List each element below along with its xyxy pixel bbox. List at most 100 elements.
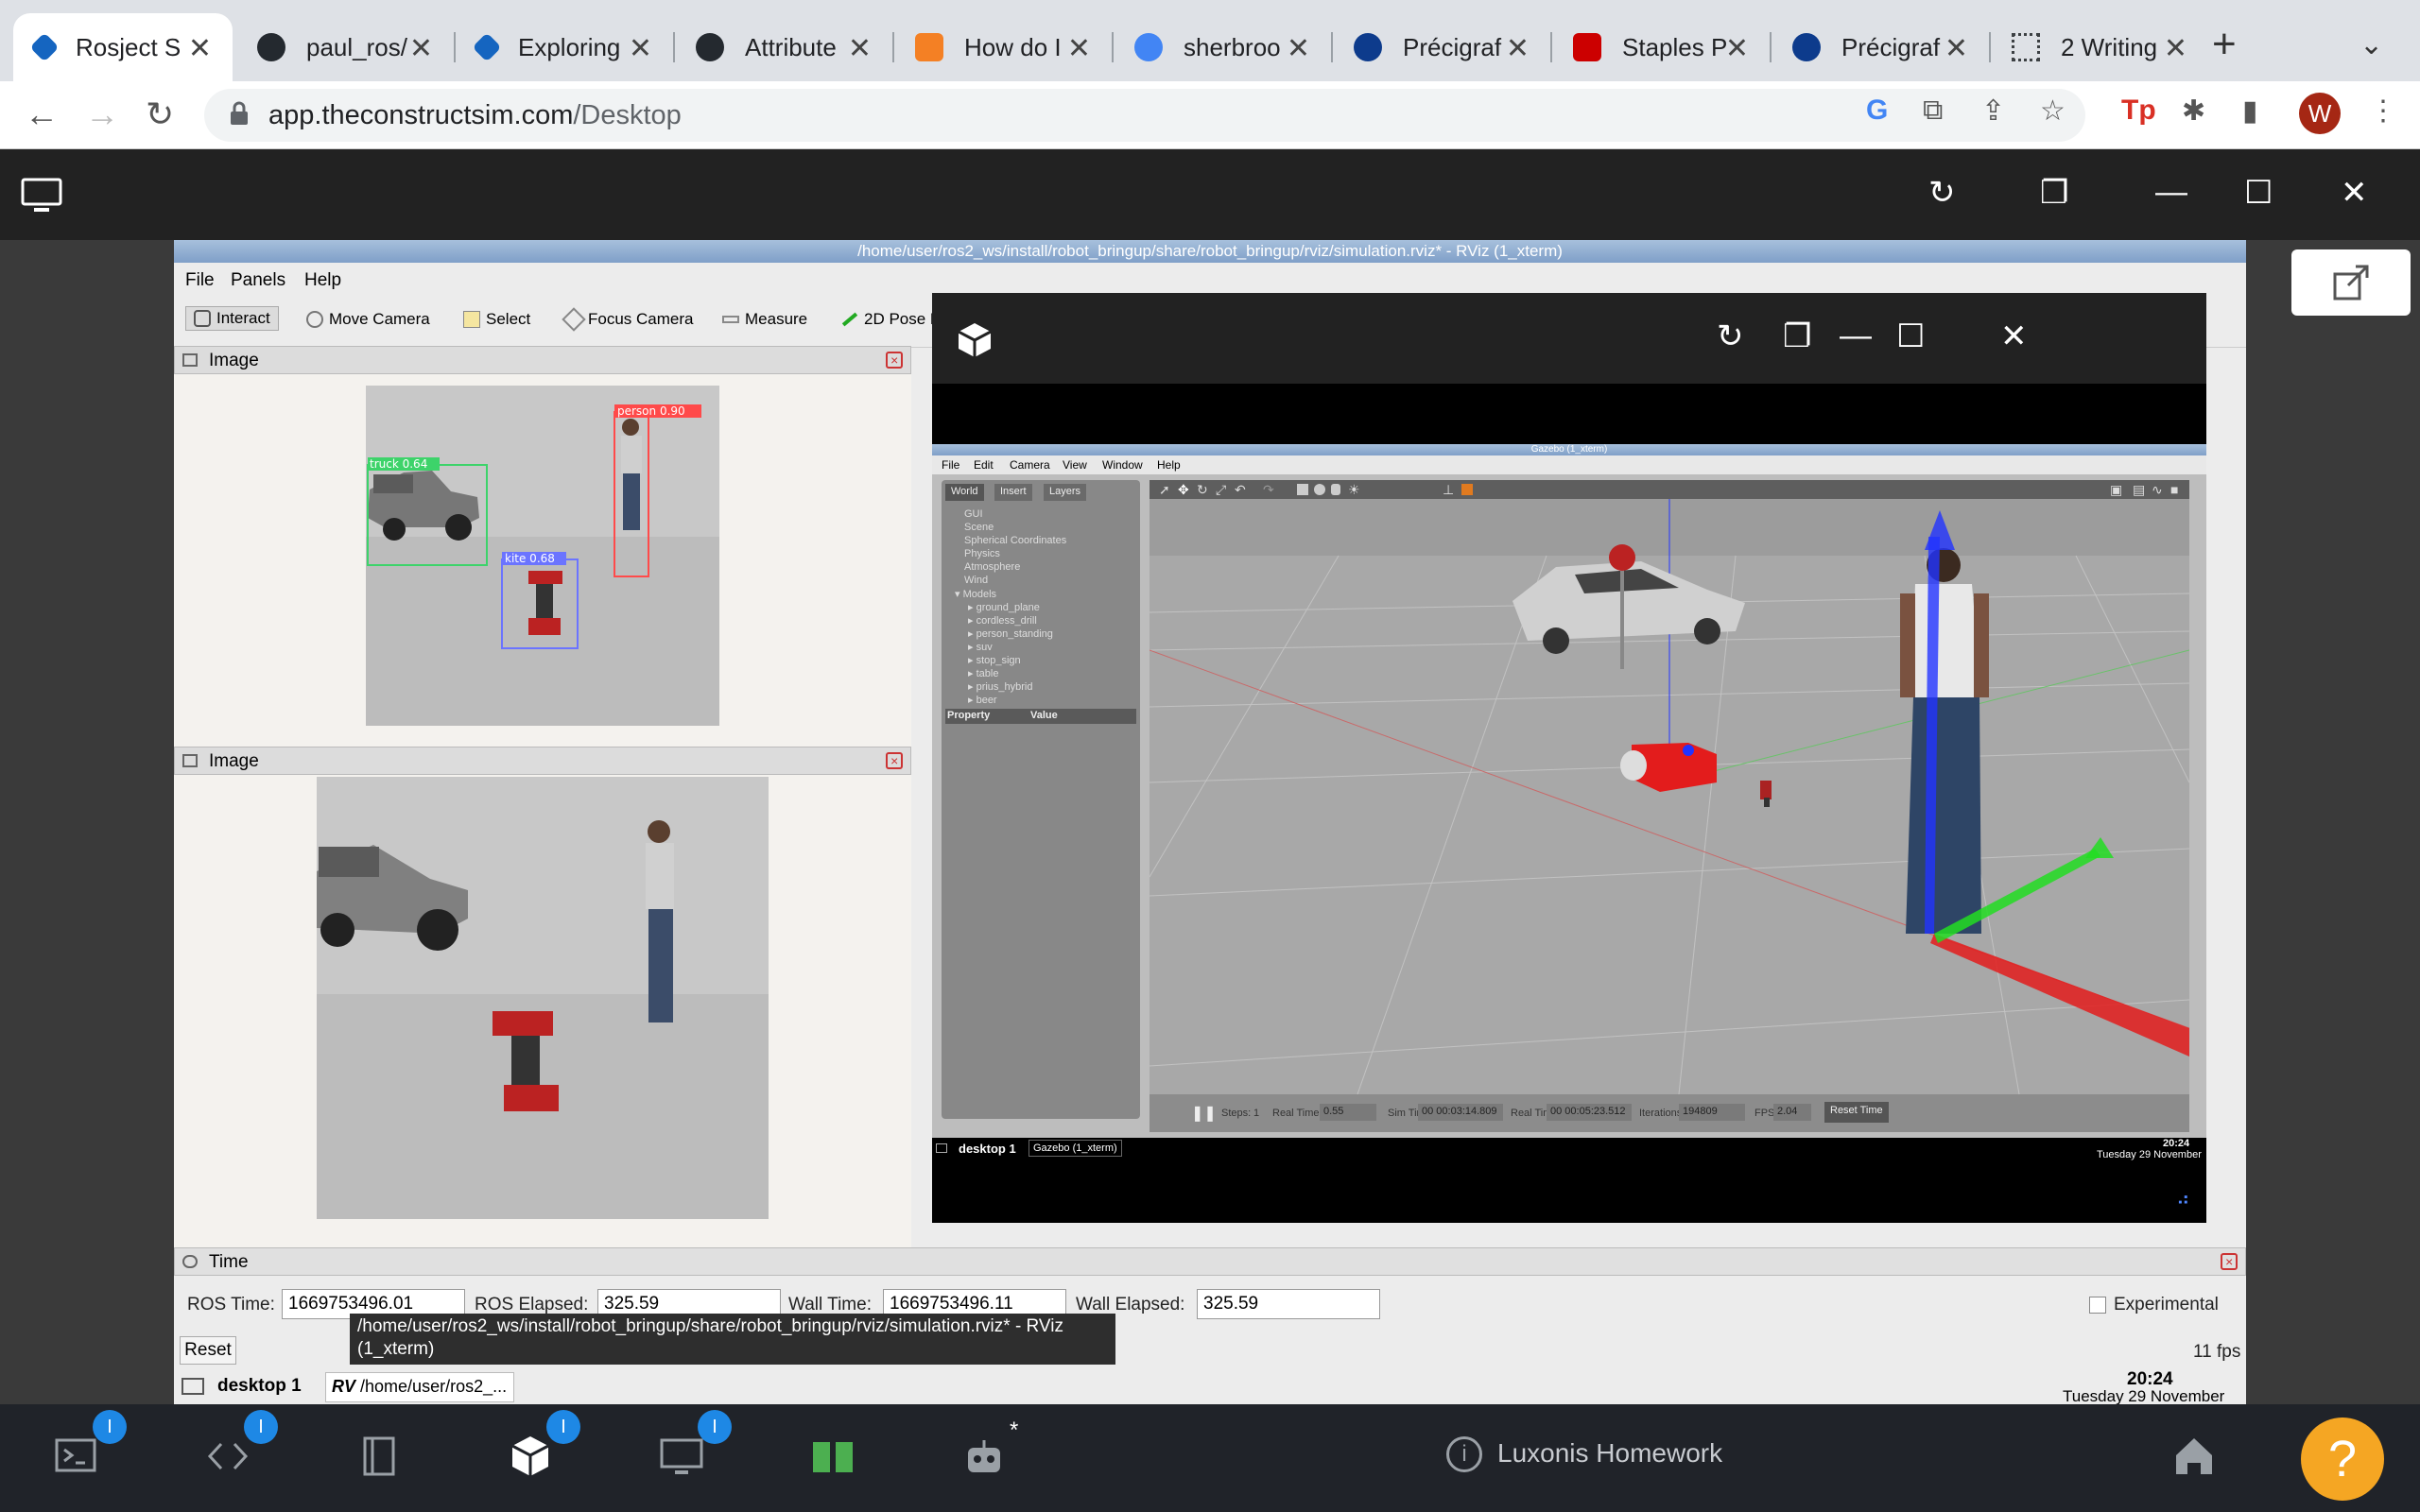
refresh-icon[interactable]: ↻ xyxy=(1717,318,1744,355)
gz-box-icon[interactable] xyxy=(1297,484,1308,495)
browser-menu-icon[interactable]: ⋮ xyxy=(2369,94,2397,128)
extension-tp-icon[interactable]: Tp xyxy=(2121,94,2156,127)
code-editor-icon[interactable] xyxy=(204,1433,251,1480)
close-tab-icon[interactable]: ✕ xyxy=(188,32,212,65)
gz-tab-insert[interactable]: Insert xyxy=(994,484,1032,501)
bookmark-star-icon[interactable]: ☆ xyxy=(2040,94,2066,128)
gz-align-icon[interactable]: ⊥ xyxy=(1443,482,1454,498)
new-tab-button[interactable]: + xyxy=(2212,21,2237,68)
gz-menu-edit[interactable]: Edit xyxy=(974,458,994,472)
tool-measure[interactable]: Measure xyxy=(722,310,807,329)
gz-tab-world[interactable]: World xyxy=(945,484,984,501)
gz-tree-item[interactable]: Wind xyxy=(964,575,988,586)
home-icon[interactable] xyxy=(2170,1433,2218,1480)
browser-tab[interactable]: 2 Writing a ✕ xyxy=(1991,13,2208,81)
reset-button[interactable]: Reset xyxy=(180,1336,236,1365)
steps-value[interactable]: 1 xyxy=(1253,1108,1259,1119)
gz-select-arrow-icon[interactable]: ➚ xyxy=(1159,482,1170,498)
browser-tab[interactable]: Rosject S ✕ xyxy=(13,13,233,81)
experimental-checkbox[interactable] xyxy=(2089,1297,2106,1314)
terminal-icon[interactable] xyxy=(53,1433,100,1480)
gz-rotate-icon[interactable]: ↻ xyxy=(1197,482,1208,498)
gz-tree-item[interactable]: ▸ ground_plane xyxy=(968,601,1040,613)
gz-screenshot-icon[interactable]: ▣ xyxy=(2110,482,2122,498)
google-lens-icon[interactable]: G xyxy=(1866,94,1888,127)
gz-tree-item[interactable]: GUI xyxy=(964,508,983,520)
tool-move-camera[interactable]: Move Camera xyxy=(306,310,430,329)
close-panel-icon[interactable]: × xyxy=(886,752,903,769)
gz-video-icon[interactable]: ■ xyxy=(2170,482,2178,497)
gz-tree-item[interactable]: ▸ cordless_drill xyxy=(968,614,1037,627)
maximize-icon[interactable]: ☐ xyxy=(1896,318,1925,355)
close-icon[interactable]: ✕ xyxy=(2341,174,2368,212)
gz-menu-window[interactable]: Window xyxy=(1102,458,1143,472)
profile-avatar[interactable]: W xyxy=(2299,93,2341,134)
restore-window-icon[interactable]: ❐ xyxy=(2040,174,2068,212)
close-tab-icon[interactable]: ✕ xyxy=(1067,32,1091,65)
gz-menu-view[interactable]: View xyxy=(1063,458,1087,472)
desktop-label[interactable]: desktop 1 xyxy=(959,1142,1016,1156)
gz-tree-item[interactable]: Physics xyxy=(964,548,1000,559)
wall-elapsed-field[interactable]: 325.59 xyxy=(1197,1289,1380,1319)
taskbar-window-item[interactable]: Gazebo (1_xterm) xyxy=(1028,1140,1122,1157)
close-panel-icon[interactable]: × xyxy=(2221,1253,2238,1270)
browser-tab[interactable]: Staples P ✕ xyxy=(1552,13,1770,81)
translate-icon[interactable]: ⧉ xyxy=(1923,94,1943,127)
browser-tab[interactable]: Attribute ✕ xyxy=(675,13,892,81)
help-button[interactable]: ? xyxy=(2301,1418,2384,1501)
gz-tree-item[interactable]: ▸ prius_hybrid xyxy=(968,680,1033,693)
gz-light-icon[interactable]: ☀ xyxy=(1348,482,1360,498)
gz-menu-camera[interactable]: Camera xyxy=(1010,458,1050,472)
reset-time-button[interactable]: Reset Time xyxy=(1824,1102,1889,1123)
tool-2d-pose[interactable]: 2D Pose E xyxy=(841,310,941,329)
notebook-icon[interactable] xyxy=(355,1433,403,1480)
forward-arrow-icon[interactable]: → xyxy=(85,94,119,134)
browser-tab[interactable]: Précigraf ✕ xyxy=(1772,13,1989,81)
refresh-icon[interactable]: ↻ xyxy=(1928,174,1956,212)
back-arrow-icon[interactable]: ← xyxy=(25,94,59,134)
gz-tree-item[interactable]: ▸ suv xyxy=(968,641,993,653)
browser-tab[interactable]: How do I ✕ xyxy=(894,13,1112,81)
gz-tree-item[interactable]: ▸ beer xyxy=(968,694,997,706)
gz-log-icon[interactable]: ▤ xyxy=(2133,482,2145,498)
gz-redo-icon[interactable]: ↷ xyxy=(1263,482,1274,498)
menu-help[interactable]: Help xyxy=(304,270,341,291)
browser-tab[interactable]: paul_ros/ ✕ xyxy=(236,13,454,81)
menu-file[interactable]: File xyxy=(185,270,215,291)
gz-tab-layers[interactable]: Layers xyxy=(1044,484,1087,501)
gz-tree-item[interactable]: ▸ stop_sign xyxy=(968,654,1021,666)
side-panel-icon[interactable]: ▮ xyxy=(2242,94,2258,128)
tool-focus-camera[interactable]: Focus Camera xyxy=(562,307,693,332)
tool-interact[interactable]: Interact xyxy=(185,306,279,331)
gz-tree-item[interactable]: ▸ table xyxy=(968,667,998,679)
browser-tab[interactable]: Précigraf ✕ xyxy=(1333,13,1550,81)
gz-translate-icon[interactable]: ✥ xyxy=(1178,482,1189,498)
maximize-icon[interactable]: ☐ xyxy=(2244,174,2273,212)
tab-search-chevron-icon[interactable]: ⌄ xyxy=(2360,28,2383,61)
graphical-tools-icon[interactable] xyxy=(658,1433,705,1480)
gz-menu-help[interactable]: Help xyxy=(1157,458,1181,472)
pause-icon[interactable]: ❚❚ xyxy=(1191,1104,1217,1123)
gz-sphere-icon[interactable] xyxy=(1314,484,1325,495)
course-book-icon[interactable] xyxy=(809,1433,856,1480)
close-tab-icon[interactable]: ✕ xyxy=(629,32,652,65)
close-tab-icon[interactable]: ✕ xyxy=(1506,32,1530,65)
close-tab-icon[interactable]: ✕ xyxy=(409,32,433,65)
close-tab-icon[interactable]: ✕ xyxy=(1287,32,1310,65)
close-tab-icon[interactable]: ✕ xyxy=(2164,32,2187,65)
close-tab-icon[interactable]: ✕ xyxy=(1945,32,1968,65)
menu-panels[interactable]: Panels xyxy=(231,270,285,291)
gz-scale-icon[interactable]: ⤢ xyxy=(1216,482,1226,498)
gz-menu-file[interactable]: File xyxy=(942,458,959,472)
reload-icon[interactable]: ↻ xyxy=(146,94,174,134)
resize-grip-icon[interactable]: ⠴ xyxy=(2176,1187,2190,1211)
gazebo-3d-viewport[interactable] xyxy=(1150,499,2189,1094)
gz-cylinder-icon[interactable] xyxy=(1331,484,1340,495)
close-panel-icon[interactable]: × xyxy=(886,352,903,369)
gz-tree-item[interactable]: Spherical Coordinates xyxy=(964,535,1066,546)
close-tab-icon[interactable]: ✕ xyxy=(1725,32,1749,65)
gz-plot-icon[interactable]: ∿ xyxy=(2152,482,2163,498)
minimize-icon[interactable]: — xyxy=(1840,318,1872,354)
robot-icon[interactable] xyxy=(960,1433,1008,1480)
popout-button[interactable] xyxy=(2291,249,2411,316)
